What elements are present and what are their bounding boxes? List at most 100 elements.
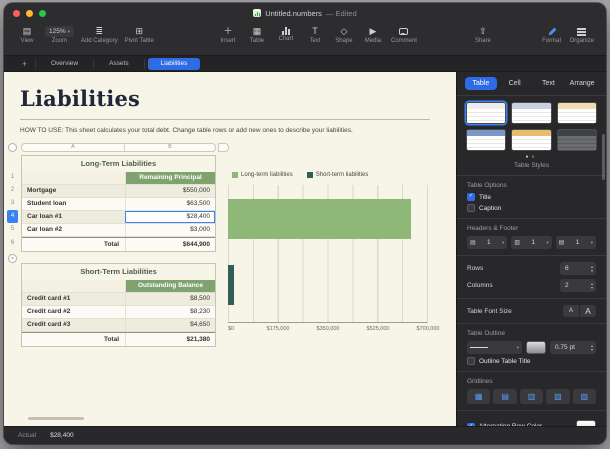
footer-rows-dropdown[interactable]: ▤1▾ — [556, 236, 596, 249]
zoom-control[interactable]: 125%▾ Zoom — [45, 26, 74, 44]
tab-arrange[interactable]: Arrange — [566, 77, 598, 90]
row-value-cell[interactable]: $63,500 — [125, 198, 215, 210]
rows-stepper[interactable]: 6▴▾ — [560, 262, 596, 275]
row-label-cell[interactable]: Car loan #2 — [22, 224, 125, 236]
tab-text[interactable]: Text — [533, 77, 565, 90]
row-value-cell[interactable]: $550,000 — [125, 185, 215, 197]
selected-cell[interactable]: $28,400 — [125, 211, 215, 223]
table-style-thumbnail[interactable] — [557, 102, 597, 124]
row-value-cell[interactable]: $3,000 — [125, 224, 215, 236]
table-button[interactable]: ▦ Table — [246, 26, 268, 44]
title-checkbox[interactable]: ✓ Title — [467, 193, 596, 201]
outline-color-well[interactable] — [526, 341, 546, 354]
table-title[interactable]: Short-Term Liabilities — [22, 264, 215, 280]
short-term-bar[interactable] — [228, 265, 234, 305]
short-term-table[interactable]: Short-Term Liabilities Outstanding Balan… — [21, 263, 216, 347]
gridline-option-button[interactable]: ▧ — [546, 389, 569, 404]
column-ref-a[interactable]: A — [22, 144, 124, 151]
text-button[interactable]: T Text — [304, 26, 326, 44]
table-style-thumbnail[interactable] — [557, 129, 597, 151]
sheet-canvas[interactable]: Liabilities HOW TO USE: This sheet calcu… — [4, 72, 456, 426]
row-label-cell[interactable]: Student loan — [22, 198, 125, 210]
table-style-thumbnail[interactable] — [511, 129, 551, 151]
shape-button[interactable]: ◇ Shape — [333, 26, 355, 44]
row-ref[interactable]: 6 — [7, 236, 18, 250]
view-button[interactable]: ▤ View — [16, 26, 38, 44]
table-row[interactable]: Credit card #2 $8,230 — [22, 306, 215, 319]
total-label-cell[interactable]: Total — [22, 238, 125, 251]
table-title[interactable]: Long-Term Liabilities — [22, 156, 215, 172]
title-bar[interactable]: Untitled.numbers — Edited — [4, 3, 606, 23]
row-ref-selected[interactable]: 4 — [7, 210, 18, 223]
add-row-handle[interactable]: = — [8, 254, 17, 263]
sheet-tab-assets[interactable]: Assets — [94, 59, 145, 69]
header-blank-cell[interactable] — [22, 172, 125, 184]
row-reference-bar[interactable]: 1 2 3 4 5 6 — [7, 171, 18, 250]
liabilities-bar-chart[interactable]: Long-term liabilities Short-term liabili… — [228, 172, 428, 334]
sheet-tab-overview[interactable]: Overview — [36, 59, 94, 69]
table-row[interactable]: Student loan $63,500 — [22, 198, 215, 211]
gridline-option-button[interactable]: ▤ — [493, 389, 516, 404]
gridline-option-button[interactable]: ▦ — [467, 389, 490, 404]
value-column-header[interactable]: Remaining Principal — [125, 172, 215, 184]
row-label-cell[interactable]: Credit card #3 — [22, 319, 125, 331]
table-style-thumbnail[interactable] — [466, 129, 506, 151]
row-label-cell[interactable]: Credit card #2 — [22, 306, 125, 318]
long-term-bar[interactable] — [228, 199, 411, 239]
header-blank-cell[interactable] — [22, 280, 125, 292]
table-style-thumbnail[interactable] — [466, 102, 506, 124]
format-button[interactable]: Format — [541, 26, 563, 44]
sidebar-scrollbar[interactable] — [602, 134, 605, 180]
zoom-value[interactable]: 125%▾ — [45, 26, 74, 37]
horizontal-scrollbar[interactable] — [28, 417, 84, 420]
row-label-cell[interactable]: Mortgage — [22, 185, 125, 197]
comment-button[interactable]: Comment — [391, 26, 417, 44]
header-columns-dropdown[interactable]: ▥1▾ — [511, 236, 551, 249]
tab-table[interactable]: Table — [465, 77, 497, 90]
total-row[interactable]: Total $644,900 — [22, 237, 215, 251]
row-color-well[interactable] — [576, 420, 596, 426]
total-label-cell[interactable]: Total — [22, 333, 125, 346]
add-category-button[interactable]: ≣ Add Category — [81, 26, 118, 44]
alternating-row-color-checkbox[interactable]: ✓ Alternating Row Color — [467, 420, 596, 426]
decrease-font-button[interactable]: A — [563, 305, 579, 317]
caption-checkbox[interactable]: Caption — [467, 204, 596, 212]
table-row[interactable]: Car loan #2 $3,000 — [22, 224, 215, 237]
outline-width-stepper[interactable]: 0.75 pt▴▾ — [550, 341, 596, 354]
row-ref[interactable]: 2 — [7, 184, 18, 197]
long-term-table[interactable]: Long-Term Liabilities Remaining Principa… — [21, 155, 216, 252]
gridline-option-button[interactable]: ▥ — [520, 389, 543, 404]
column-reference-bar[interactable]: A B — [21, 143, 216, 152]
add-column-handle[interactable] — [218, 143, 229, 152]
pivot-table-button[interactable]: ⊞ Pivot Table — [125, 26, 154, 44]
row-ref[interactable]: 1 — [7, 171, 18, 184]
value-column-header[interactable]: Outstanding Balance — [125, 280, 215, 292]
table-style-thumbnail[interactable] — [511, 102, 551, 124]
add-sheet-button[interactable]: + — [14, 59, 36, 69]
insert-button[interactable]: ＋ Insert — [217, 26, 239, 44]
table-row[interactable]: Mortgage $550,000 — [22, 185, 215, 198]
row-label-cell[interactable]: Car loan #1 — [22, 211, 125, 223]
outline-table-title-checkbox[interactable]: Outline Table Title — [467, 357, 596, 365]
share-button[interactable]: ⇧ Share — [472, 26, 494, 44]
table-row[interactable]: Credit card #1 $8,500 — [22, 293, 215, 306]
row-label-cell[interactable]: Credit card #1 — [22, 293, 125, 305]
table-row[interactable]: Credit card #3 $4,650 — [22, 319, 215, 332]
increase-font-button[interactable]: A — [580, 305, 596, 317]
chart-button[interactable]: Chart — [275, 26, 297, 42]
row-value-cell[interactable]: $8,230 — [125, 306, 215, 318]
columns-stepper[interactable]: 2▴▾ — [560, 279, 596, 292]
organize-button[interactable]: Organize — [570, 26, 594, 44]
chart-plot-area[interactable] — [228, 185, 428, 323]
tab-cell[interactable]: Cell — [499, 77, 531, 90]
total-row[interactable]: Total $21,380 — [22, 332, 215, 346]
column-ref-b[interactable]: B — [124, 144, 215, 151]
total-value-cell[interactable]: $644,900 — [125, 238, 215, 251]
total-value-cell[interactable]: $21,380 — [125, 333, 215, 346]
media-button[interactable]: ▶ Media — [362, 26, 384, 44]
gridline-option-button[interactable]: ▨ — [573, 389, 596, 404]
row-ref[interactable]: 5 — [7, 223, 18, 236]
row-value-cell[interactable]: $8,500 — [125, 293, 215, 305]
table-select-handle[interactable] — [8, 143, 17, 152]
header-rows-dropdown[interactable]: ▤1▾ — [467, 236, 507, 249]
